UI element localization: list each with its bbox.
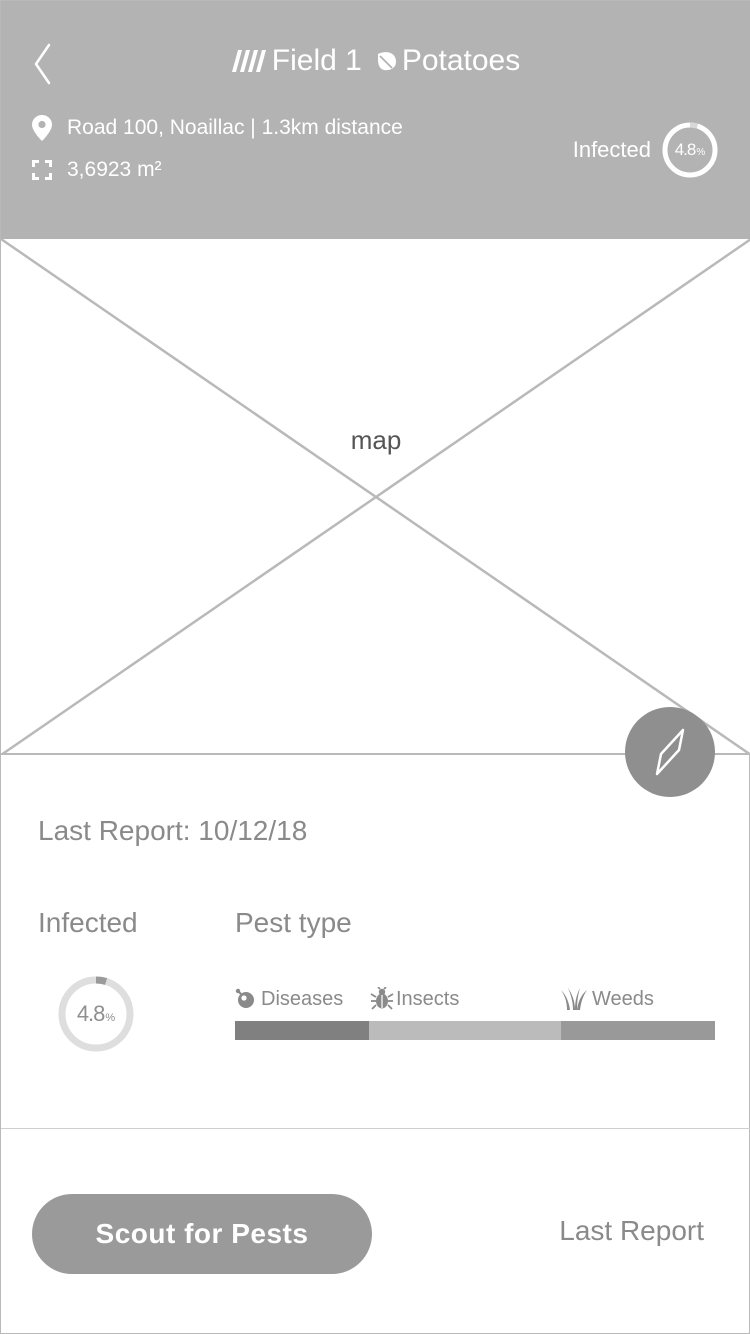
- pest-name-weeds: Weeds: [592, 987, 654, 1010]
- field-header: Field 1 Potatoes Road 100, Noaillac | 1.…: [1, 1, 750, 239]
- location-pin-icon: [32, 115, 52, 141]
- compass-button[interactable]: [625, 707, 715, 797]
- field-rows-icon: [231, 50, 266, 72]
- infected-label: Infected: [38, 907, 138, 938]
- last-report-link[interactable]: Last Report: [559, 1215, 704, 1247]
- field-name: Field 1: [271, 44, 362, 77]
- last-report-date: Last Report: 10/12/18: [38, 815, 308, 846]
- crop-name: Potatoes: [401, 44, 521, 77]
- area-text: 3,6923 m²: [67, 158, 162, 181]
- area-frame-icon: [32, 160, 52, 180]
- infected-ring: 4.8%: [57, 975, 135, 1053]
- pest-name-insects: Insects: [396, 987, 460, 1010]
- virus-icon: [235, 988, 254, 1008]
- field-map[interactable]: map: [1, 239, 750, 755]
- compass-icon: [655, 728, 685, 776]
- header-infected: Infected 4.8%: [573, 121, 719, 179]
- location-text: Road 100, Noaillac | 1.3km distance: [67, 116, 403, 139]
- pest-legend-diseases: Diseases: [235, 987, 343, 1011]
- pest-name-diseases: Diseases: [261, 987, 344, 1010]
- leaf-icon: [377, 52, 396, 71]
- infected-value: 4.8: [76, 1001, 106, 1026]
- map-placeholder-cross: [1, 239, 750, 755]
- field-title: Field 1 Potatoes: [1, 39, 750, 83]
- area-line: 3,6923 m²: [31, 157, 162, 183]
- pest-bar-segment-weeds: [561, 1021, 715, 1040]
- pest-legend-insects: Insects: [370, 987, 459, 1011]
- pest-bar-segment-diseases: [235, 1021, 370, 1040]
- header-infected-value: 4.8: [674, 140, 697, 159]
- app-screen: Field 1 Potatoes Road 100, Noaillac | 1.…: [0, 0, 750, 1334]
- location-line: Road 100, Noaillac | 1.3km distance: [31, 115, 403, 141]
- map-label: map: [350, 425, 402, 455]
- infected-unit: %: [105, 1012, 116, 1024]
- bug-icon: [370, 987, 394, 1010]
- pest-bar-segment-insects: [369, 1021, 562, 1040]
- header-infected-label: Infected: [572, 137, 651, 162]
- pest-legend-weeds: Weeds: [560, 987, 654, 1011]
- header-infected-unit: %: [696, 147, 706, 158]
- grass-icon: [561, 988, 587, 1010]
- scout-for-pests-button[interactable]: Scout for Pests: [32, 1194, 372, 1274]
- section-divider: [1, 1128, 750, 1129]
- pest-type-label: Pest type: [235, 907, 352, 938]
- header-infected-ring: 4.8%: [661, 121, 719, 179]
- pest-type-bar: [235, 1021, 715, 1040]
